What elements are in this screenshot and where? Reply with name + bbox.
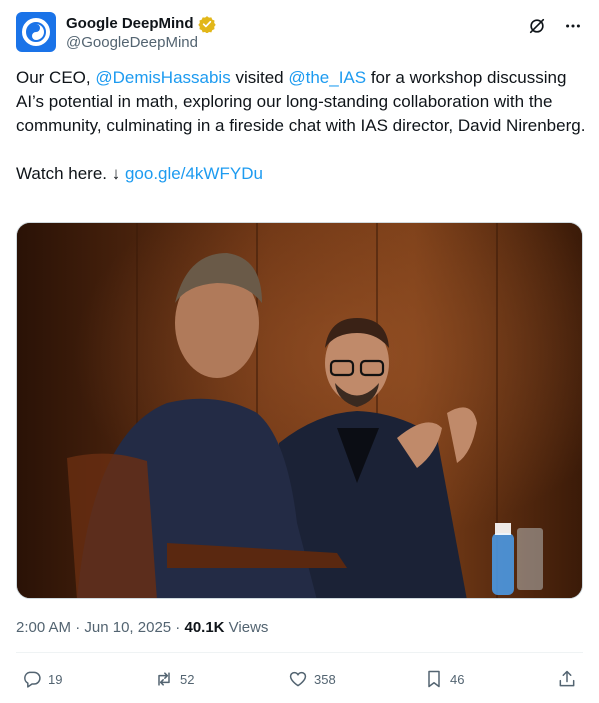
author-name-row[interactable]: Google DeepMind bbox=[66, 14, 216, 33]
share-button[interactable] bbox=[557, 669, 577, 689]
views-label: Views bbox=[224, 619, 269, 636]
bookmark-count: 46 bbox=[450, 671, 465, 687]
author-info: Google DeepMind @GoogleDeepMind bbox=[66, 14, 216, 53]
tweet-metadata: 2:00 AM · Jun 10, 2025 · 40.1K Views bbox=[16, 618, 268, 638]
repost-icon bbox=[158, 672, 170, 686]
share-icon bbox=[559, 670, 575, 687]
tweet-photo[interactable] bbox=[16, 222, 583, 599]
separator: · bbox=[171, 619, 185, 636]
tweet-paragraph: Our CEO, @DemisHassabis visited @the_IAS… bbox=[16, 66, 586, 138]
verified-badge-icon[interactable] bbox=[197, 15, 216, 33]
tweet-text-segment: Watch here. ↓ bbox=[16, 164, 125, 183]
author-handle[interactable]: @GoogleDeepMind bbox=[66, 33, 216, 53]
deepmind-logo-icon bbox=[22, 18, 50, 46]
reply-icon bbox=[24, 671, 41, 688]
mention-link[interactable]: @DemisHassabis bbox=[95, 68, 230, 87]
repost-count: 52 bbox=[180, 671, 195, 687]
author-display-name[interactable]: Google DeepMind bbox=[66, 14, 194, 33]
separator: · bbox=[71, 619, 85, 636]
mention-link[interactable]: @the_IAS bbox=[288, 68, 366, 87]
more-icon[interactable] bbox=[563, 16, 583, 36]
tweet-text: Our CEO, @DemisHassabis visited @the_IAS… bbox=[16, 66, 586, 186]
reply-count: 19 bbox=[48, 671, 63, 687]
action-bar: 19 52 358 46 bbox=[16, 664, 583, 694]
like-count: 358 bbox=[314, 671, 336, 687]
reply-button[interactable]: 19 bbox=[22, 669, 62, 689]
bookmark-button[interactable]: 46 bbox=[424, 669, 464, 689]
tweet-text-segment: Our CEO, bbox=[16, 68, 96, 87]
avatar[interactable] bbox=[16, 12, 56, 52]
views-count: 40.1K bbox=[184, 619, 225, 636]
fireside-chat-photo bbox=[17, 223, 582, 598]
bookmark-icon bbox=[428, 670, 440, 688]
tweet-paragraph: Watch here. ↓ goo.gle/4kWFYDu bbox=[16, 162, 586, 186]
tweet-text-segment: visited bbox=[230, 68, 289, 87]
timestamp[interactable]: 2:00 AM bbox=[16, 619, 71, 636]
divider bbox=[16, 652, 583, 653]
date[interactable]: Jun 10, 2025 bbox=[84, 619, 171, 636]
heart-icon bbox=[289, 671, 307, 687]
grok-icon[interactable] bbox=[527, 16, 547, 36]
header-actions bbox=[527, 16, 583, 36]
external-link[interactable]: goo.gle/4kWFYDu bbox=[125, 164, 263, 183]
like-button[interactable]: 358 bbox=[288, 669, 336, 689]
tweet-header: Google DeepMind @GoogleDeepMind bbox=[16, 12, 583, 56]
repost-button[interactable]: 52 bbox=[154, 669, 194, 689]
